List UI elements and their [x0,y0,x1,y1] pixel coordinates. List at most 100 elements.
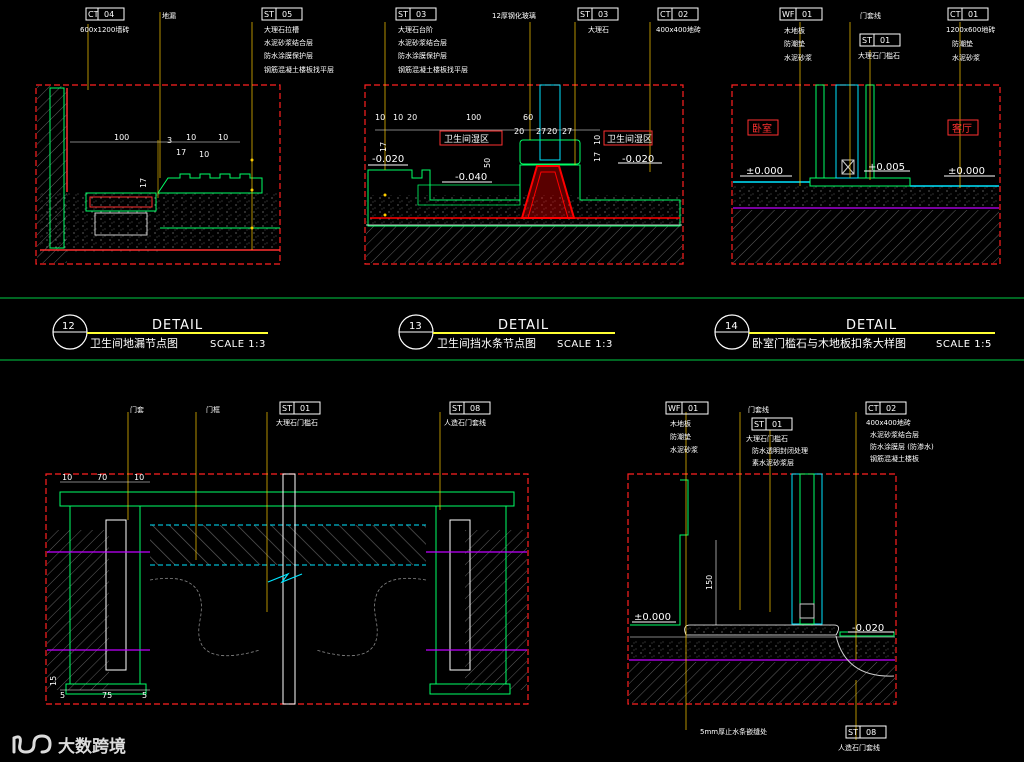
material-note: 防水涂膜保护层 [264,51,313,60]
material-note: 12厚钢化玻璃 [492,11,536,20]
material-note: 水泥砂浆 [670,445,698,454]
elevation-label: -0.020 [622,154,654,165]
material-note: 人造石门套线 [444,418,486,427]
dimension-label: 20 [547,127,557,136]
material-note: 木地板 [670,419,691,428]
detail-heading: DETAIL [498,318,549,333]
elevation-label: -0.020 [852,623,884,634]
dimension-label: 17 [593,152,602,162]
dimension-label: 75 [102,691,112,700]
material-note: 防水透明封闭处理 [752,446,808,455]
material-note: 防潮垫 [670,432,691,441]
material-note: 水泥砂浆结合层 [398,38,447,47]
material-note: 大理石门槛石 [276,418,318,427]
detail-15-tag-st08: ST 08 人造石门套线 [444,401,491,427]
detail-14-tag-wf01: WF 01 木地板 防潮垫 水泥砂浆 [779,7,823,62]
material-note: 地漏 [162,11,176,20]
material-note: 水泥砂浆 [952,53,980,62]
tag-number: 01 [688,404,698,413]
material-note: 水泥砂浆结合层 [264,38,313,47]
dimension-label: 10 [393,113,403,122]
dimension-label: 10 [199,150,209,159]
dimension-label: 15 [49,676,58,686]
detail-number: 14 [725,321,738,332]
tag-code: CT [950,10,961,19]
detail-14-title: 14 DETAIL 卧室门槛石与木地板扣条大样图 SCALE 1:5 [714,314,995,350]
cad-detail-sheet: CT 04 600x1200墙砖 地漏 ST 05 大理石拉槽 水泥砂浆结合层 … [0,7,1024,757]
material-note: 木地板 [784,26,805,35]
elevation-label: -0.020 [372,154,404,165]
dimension-label: 10 [375,113,385,122]
material-note: 大理石门槛石 [858,51,900,60]
material-note: 大理石台阶 [398,25,433,34]
detail-scale: SCALE 1:5 [936,339,992,350]
dimension-label: 100 [114,133,129,142]
tag-code: ST [862,36,872,45]
dimension-label: 10 [218,133,228,142]
room-label: 卫生间湿区 [607,133,652,145]
dimension-label: 150 [705,575,714,590]
material-note: 大理石 [588,25,609,34]
tag-number: 01 [968,10,978,19]
detail-heading: DETAIL [152,318,203,333]
tag-number: 02 [886,404,896,413]
detail-caption: 卫生间地漏节点图 [90,336,178,350]
material-note: 门套线 [748,405,769,414]
material-note: 大理石拉槽 [264,25,299,34]
detail-16-tag-ct02: CT 02 400x400地砖 水泥砂浆结合层 防水涂膜层 (防渗水) 钢筋混凝… [865,401,934,463]
tag-number: 05 [282,10,292,19]
elevation-label: ±0.000 [948,166,985,177]
dimension-label: 60 [523,113,533,122]
detail-13-title: 13 DETAIL 卫生间挡水条节点图 SCALE 1:3 [398,314,615,350]
watermark-text: 大数跨境 [58,736,126,757]
material-note: 水泥砂浆结合层 [870,430,919,439]
detail-number: 12 [62,321,75,332]
dimension-label: 10 [186,133,196,142]
elevation-label: +0.005 [868,162,905,173]
material-note: 门套 [130,405,144,414]
material-note: 钢筋混凝土楼板找平层 [398,65,468,74]
room-label: 卫生间湿区 [444,133,489,145]
material-note: 400x400地砖 [656,25,701,34]
material-note: 防水涂膜保护层 [398,51,447,60]
detail-number: 13 [409,321,422,332]
material-note: 防潮垫 [952,39,973,48]
dimension-label: 20 [407,113,417,122]
material-note: 水泥砂浆 [784,53,812,62]
dimension-label: 70 [97,473,107,482]
dimension-label: 17 [176,148,186,157]
dimension-label: 3 [167,136,172,145]
detail-13-elevations: -0.020 -0.040 -0.020 [368,154,662,183]
detail-15-tag-frame: 门框 [206,405,220,414]
dimension-label: 27 [536,127,546,136]
detail-12-title: 12 DETAIL 卫生间地漏节点图 SCALE 1:3 [52,314,268,350]
dimension-label: 10 [593,135,602,145]
material-note: 1200x600地砖 [946,25,995,34]
detail-13-tag-st03b: ST 03 大理石 [577,7,619,34]
material-note: 人造石门套线 [838,743,880,752]
detail-14-rooms: 卧室 客厅 [747,119,979,136]
detail-12-tag-ct04: CT 04 600x1200墙砖 [80,7,129,34]
tag-number: 08 [866,728,876,737]
tag-number: 03 [598,10,608,19]
detail-14-elevations: ±0.000 +0.005 ±0.000 [740,162,995,177]
material-note: 素水泥砂浆层 [752,458,794,467]
logo-icon [12,734,52,754]
tag-code: ST [754,420,764,429]
room-label: 客厅 [952,122,972,135]
detail-heading: DETAIL [846,318,897,333]
dimension-label: 10 [62,473,72,482]
dimension-label: 5 [60,691,65,700]
detail-13-tag-ct02: CT 02 400x400地砖 [656,7,701,34]
material-note: 大理石门槛石 [746,434,788,443]
tag-code: CT [868,404,879,413]
detail-scale: SCALE 1:3 [210,339,266,350]
dimension-label: 17 [139,178,148,188]
tag-code: ST [580,10,590,19]
tag-code: ST [452,404,462,413]
tag-code: WF [782,10,795,19]
elevation-label: -0.040 [455,172,487,183]
detail-16-tag-st01: ST 01 大理石门槛石 防水透明封闭处理 素水泥砂浆层 [746,417,808,467]
tag-number: 01 [300,404,310,413]
dimension-label: 17 [379,142,388,152]
